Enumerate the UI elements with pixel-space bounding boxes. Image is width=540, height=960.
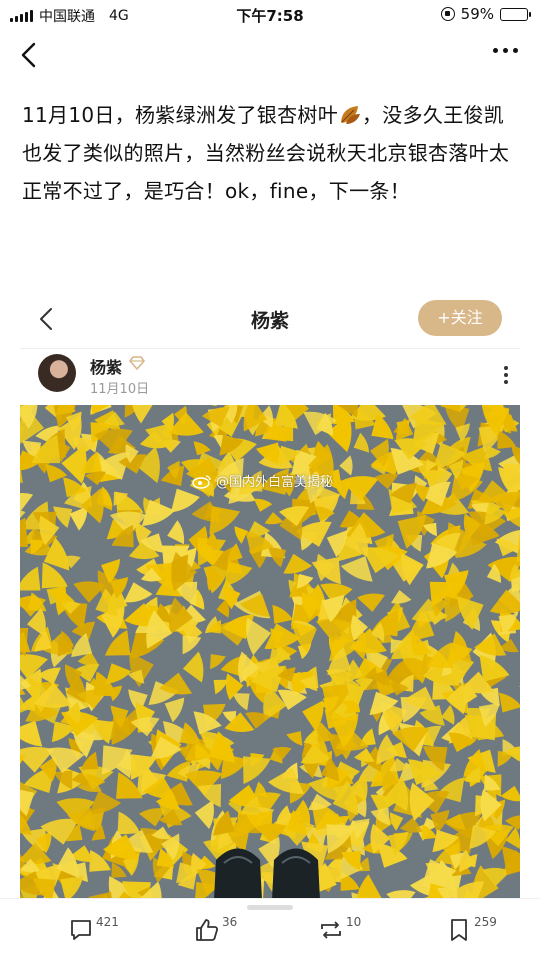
comment-button[interactable]: 421	[68, 915, 119, 947]
status-right: 59%	[440, 5, 531, 23]
repost-count: 10	[346, 915, 362, 929]
fallen-leaf-emoji-icon	[341, 106, 360, 124]
follow-button[interactable]: +关注	[418, 300, 502, 336]
divider	[20, 348, 520, 349]
back-button[interactable]	[14, 38, 48, 72]
more-button[interactable]	[493, 48, 518, 53]
repost-button[interactable]: 10	[318, 915, 362, 947]
dot-icon	[504, 366, 508, 370]
card-nav: 杨紫 +关注	[20, 290, 520, 348]
like-count: 36	[222, 915, 238, 929]
post-more-button[interactable]	[504, 366, 508, 384]
avatar[interactable]	[38, 354, 76, 392]
chevron-left-icon	[21, 42, 36, 68]
dot-icon	[493, 48, 498, 53]
top-nav	[0, 30, 540, 80]
battery-icon	[500, 7, 531, 21]
status-bar: 中国联通 4G 下午7:58 59%	[0, 0, 540, 30]
post-date: 11月10日	[90, 382, 150, 397]
post-text-part1: 11月10日，杨紫绿洲发了银杏树叶	[22, 103, 338, 127]
thumbs-up-icon	[196, 919, 219, 941]
author-row: 杨紫 11月10日	[38, 354, 508, 400]
battery-percent: 59%	[460, 5, 494, 23]
bottom-action-bar: 421 36 10 259	[0, 898, 540, 960]
ginkgo-leaves-photo[interactable]: @国内外白富美揭秘	[20, 405, 520, 900]
post-text: 11月10日，杨紫绿洲发了银杏树叶 ，没多久王俊凯也发了类似的照片，当然粉丝会说…	[22, 96, 522, 210]
dot-icon	[503, 48, 508, 53]
diamond-badge-icon	[129, 356, 145, 370]
favorite-count: 259	[474, 915, 497, 929]
embedded-post-card[interactable]: 杨紫 +关注 杨紫 11月10日 @国内外白富美揭秘	[20, 290, 520, 910]
comment-icon	[71, 920, 91, 940]
dot-icon	[504, 380, 508, 384]
scroll-indicator	[247, 905, 293, 910]
bookmark-icon	[451, 919, 467, 941]
repost-icon	[321, 921, 341, 939]
dot-icon	[513, 48, 518, 53]
watermark-text: @国内外白富美揭秘	[216, 475, 334, 490]
favorite-button[interactable]: 259	[446, 915, 497, 947]
like-button[interactable]: 36	[194, 915, 238, 947]
watermark: @国内外白富美揭秘	[192, 471, 333, 490]
dot-icon	[504, 373, 508, 377]
rotation-lock-icon	[440, 7, 455, 21]
comment-count: 421	[96, 915, 119, 929]
weibo-logo-icon	[192, 474, 211, 489]
author-name[interactable]: 杨紫	[90, 354, 122, 378]
